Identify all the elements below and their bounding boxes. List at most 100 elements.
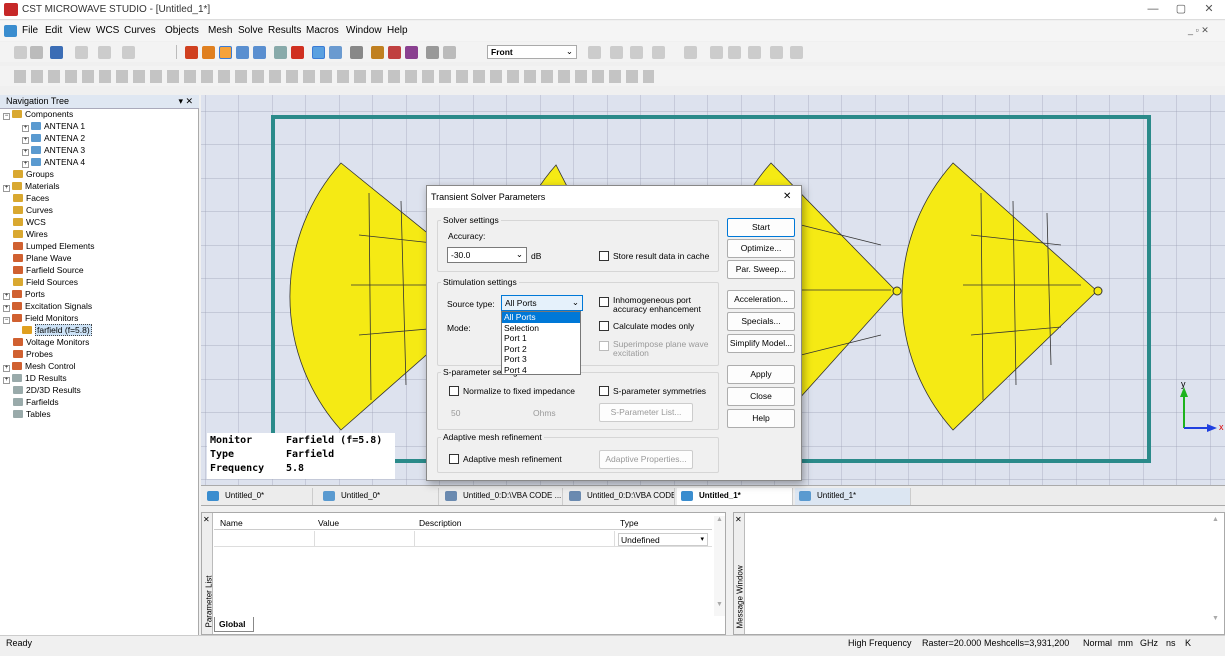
view-icon-3[interactable] — [630, 46, 643, 59]
superimpose-checkbox[interactable] — [599, 341, 609, 351]
option-port-2[interactable]: Port 2 — [502, 344, 580, 355]
col-name[interactable]: Name — [220, 518, 243, 528]
snap-icon[interactable] — [443, 46, 456, 59]
menu-window[interactable]: Window — [346, 25, 382, 36]
menu-view[interactable]: View — [69, 25, 91, 36]
tree-farfields[interactable]: Farfields — [13, 397, 59, 409]
view-select[interactable]: Front ⌄ — [487, 45, 577, 59]
store-cache-checkbox[interactable] — [599, 251, 609, 261]
apply-button[interactable]: Apply — [727, 365, 795, 384]
view-icon-1[interactable] — [588, 46, 601, 59]
impedance-input[interactable]: 50 — [451, 408, 460, 418]
menu-wcs[interactable]: WCS — [96, 25, 119, 36]
normalize-checkbox[interactable] — [449, 386, 459, 396]
tree-farfield-monitor[interactable]: farfield (f=5.8) — [22, 324, 92, 337]
menu-help[interactable]: Help — [387, 25, 408, 36]
view-icon-2[interactable] — [610, 46, 623, 59]
modeling-icons[interactable] — [14, 70, 654, 83]
option-port-4[interactable]: Port 4 — [502, 365, 580, 376]
tree-excitation-signals[interactable]: + Excitation Signals — [3, 301, 92, 313]
pick-icon[interactable] — [371, 46, 384, 59]
perspective-icon[interactable] — [291, 46, 304, 59]
close-icon[interactable]: ✕ — [1198, 2, 1220, 17]
undo-icon[interactable] — [98, 46, 111, 59]
tree-wires[interactable]: Wires — [13, 229, 48, 241]
option-selection[interactable]: Selection — [502, 323, 580, 334]
inhomogeneous-checkbox[interactable] — [599, 297, 609, 307]
tab-global[interactable]: Global — [214, 617, 254, 632]
tree-curves[interactable]: Curves — [13, 205, 53, 217]
menu-macros[interactable]: Macros — [306, 25, 339, 36]
material-icon[interactable] — [388, 46, 401, 59]
tree-antena-3[interactable]: + ANTENA 3 — [22, 145, 85, 157]
tree-field-sources[interactable]: Field Sources — [13, 277, 78, 289]
view-icon-7[interactable] — [728, 46, 741, 59]
new-icon[interactable] — [14, 46, 27, 59]
option-port-1[interactable]: Port 1 — [502, 333, 580, 344]
menu-curves[interactable]: Curves — [124, 25, 156, 36]
tree-groups[interactable]: Groups — [13, 169, 54, 181]
start-button[interactable]: Start — [727, 218, 795, 237]
dialog-close-icon[interactable]: ✕ — [783, 191, 791, 202]
tree-antena-1[interactable]: + ANTENA 1 — [22, 121, 85, 133]
sparam-sym-checkbox[interactable] — [599, 386, 609, 396]
menu-results[interactable]: Results — [268, 25, 301, 36]
menu-mesh[interactable]: Mesh — [208, 25, 232, 36]
specials-button[interactable]: Specials... — [727, 312, 795, 331]
menu-file[interactable]: File — [22, 25, 38, 36]
tree-plane-wave[interactable]: Plane Wave — [13, 253, 72, 265]
help-button[interactable]: Help — [727, 409, 795, 428]
option-all-ports[interactable]: All Ports — [502, 312, 580, 323]
restore-icon[interactable]: ▢ — [1170, 2, 1192, 17]
tree-wcs[interactable]: WCS — [13, 217, 46, 229]
acceleration-button[interactable]: Acceleration... — [727, 290, 795, 309]
menu-objects[interactable]: Objects — [165, 25, 199, 36]
col-type[interactable]: Type — [620, 518, 638, 528]
msg-scrollbar[interactable]: ▲ ▼ — [1212, 516, 1222, 626]
simplify-model-button[interactable]: Simplify Model... — [727, 334, 795, 353]
brush-icon[interactable] — [405, 46, 418, 59]
source-type-select[interactable]: All Ports ⌄ — [501, 295, 583, 311]
tree-1d-results[interactable]: +1D Results — [3, 373, 67, 385]
tree-voltage-monitors[interactable]: Voltage Monitors — [13, 337, 89, 349]
table-row[interactable]: Undefined ▾ — [214, 531, 712, 547]
tree-probes[interactable]: Probes — [13, 349, 53, 361]
view-icon-9[interactable] — [770, 46, 783, 59]
accuracy-select[interactable]: -30.0 ⌄ — [447, 247, 527, 263]
view-icon-8[interactable] — [748, 46, 761, 59]
adaptive-checkbox[interactable] — [449, 454, 459, 464]
col-value[interactable]: Value — [318, 518, 339, 528]
menu-solve[interactable]: Solve — [238, 25, 263, 36]
view-icon-6[interactable] — [710, 46, 723, 59]
param-scrollbar[interactable]: ▲ ▼ — [714, 516, 725, 616]
select-icon[interactable] — [312, 46, 325, 59]
mdi-controls[interactable]: _ ▫ ✕ — [1188, 25, 1209, 36]
wireframe-icon[interactable] — [350, 46, 363, 59]
tree-materials[interactable]: + Materials — [3, 181, 59, 193]
calc-modes-checkbox[interactable] — [599, 321, 609, 331]
view-icon-5[interactable] — [684, 46, 697, 59]
minimize-icon[interactable]: — — [1142, 2, 1164, 17]
col-description[interactable]: Description — [419, 518, 462, 528]
tab-vba-code-a[interactable]: Untitled_0:D:\VBA CODE ... — [441, 488, 563, 505]
tree-mesh-control[interactable]: + Mesh Control — [3, 361, 76, 373]
tab-untitled-0-a[interactable]: Untitled_0* — [203, 488, 313, 505]
macro-icon[interactable] — [122, 46, 135, 59]
tree-antena-4[interactable]: + ANTENA 4 — [22, 157, 85, 169]
pan-icon[interactable] — [219, 46, 232, 59]
tree-components[interactable]: − Components — [3, 109, 73, 121]
fit-icon[interactable] — [274, 46, 287, 59]
save-icon[interactable] — [50, 46, 63, 59]
tree-faces[interactable]: Faces — [13, 193, 49, 205]
adaptive-props-button[interactable]: Adaptive Properties... — [599, 450, 693, 469]
option-port-3[interactable]: Port 3 — [502, 354, 580, 365]
print-icon[interactable] — [75, 46, 88, 59]
view-icon-4[interactable] — [652, 46, 665, 59]
tab-untitled-0-b[interactable]: Untitled_0* — [319, 488, 439, 505]
tab-vba-code-b[interactable]: Untitled_0:D:\VBA CODE ... — [565, 488, 675, 505]
spin-icon[interactable] — [202, 46, 215, 59]
tree-antena-2[interactable]: + ANTENA 2 — [22, 133, 85, 145]
view-icon-10[interactable] — [790, 46, 803, 59]
tree-field-monitors[interactable]: − Field Monitors — [3, 313, 78, 325]
tab-untitled-1-active[interactable]: Untitled_1* — [677, 488, 793, 505]
